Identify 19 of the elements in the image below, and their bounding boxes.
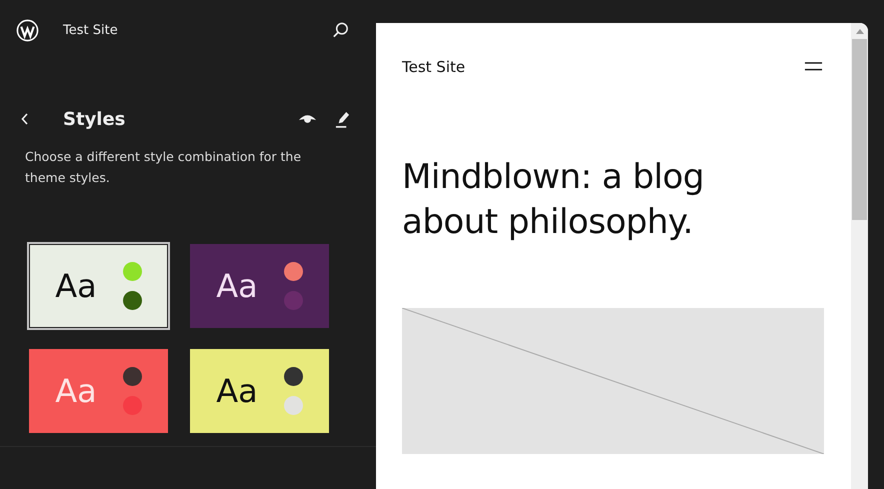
back-icon[interactable] xyxy=(20,111,30,127)
typography-sample: Aa xyxy=(216,372,258,410)
panel-heading: Styles xyxy=(63,108,126,130)
typography-sample: Aa xyxy=(55,267,97,305)
description-text: Choose a different style combination for the theme styles. xyxy=(25,148,302,187)
pencil-icon[interactable] xyxy=(335,110,350,128)
site-title: Test Site xyxy=(63,22,119,38)
style-variation-card[interactable]: Aa xyxy=(27,242,170,330)
eye-icon[interactable] xyxy=(298,112,317,126)
style-variation-card[interactable]: Aa xyxy=(188,242,331,330)
search-icon[interactable] xyxy=(331,20,350,40)
site-title[interactable]: Test Site xyxy=(402,58,466,76)
typography-sample: Aa xyxy=(216,267,258,305)
scrollbar[interactable] xyxy=(851,23,868,489)
page-heading: Mindblown: a blog about philosophy. xyxy=(402,156,705,244)
style-variation-card[interactable]: Aa xyxy=(188,347,331,435)
typography-sample: Aa xyxy=(55,372,97,410)
menu-icon[interactable] xyxy=(804,61,823,73)
wordpress-logo-icon[interactable] xyxy=(16,18,39,42)
